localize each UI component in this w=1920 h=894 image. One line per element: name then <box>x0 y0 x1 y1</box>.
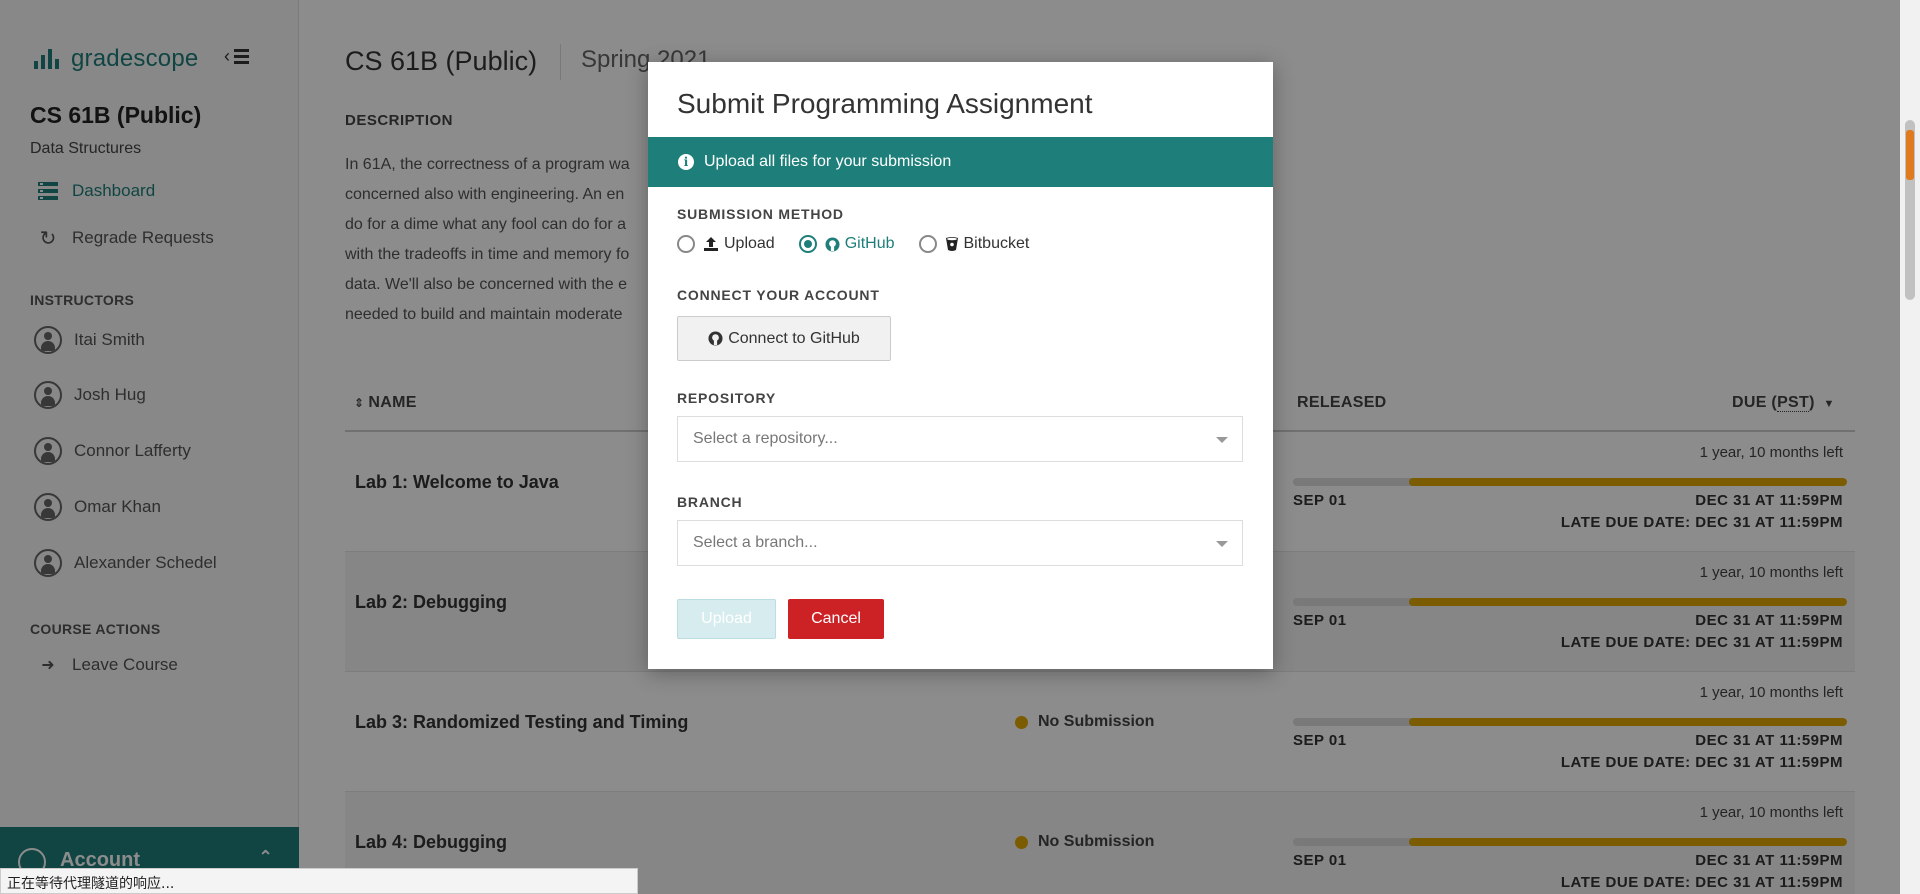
branch-select[interactable]: Select a branch... <box>677 520 1243 566</box>
submission-method-group: Upload GitHub Bitbucket <box>677 235 1053 253</box>
radio-circle[interactable] <box>798 235 817 253</box>
method-github-radio[interactable]: GitHub <box>798 235 895 253</box>
banner-text: Upload all files for your submission <box>704 153 952 170</box>
github-icon <box>825 236 840 252</box>
modal-title: Submit Programming Assignment <box>677 88 1093 119</box>
method-label: Bitbucket <box>963 235 1030 252</box>
method-label: GitHub <box>844 235 895 252</box>
method-bitbucket-radio[interactable]: Bitbucket <box>918 235 1030 253</box>
github-icon <box>708 331 723 346</box>
upload-button[interactable]: Upload <box>677 599 776 639</box>
connect-github-label: Connect to GitHub <box>728 329 860 347</box>
method-label: Upload <box>724 235 775 252</box>
page-scrollbar[interactable] <box>1900 0 1920 894</box>
branch-placeholder: Select a branch... <box>693 534 818 551</box>
browser-status-bar: 正在等待代理隧道的响应... <box>0 868 638 894</box>
branch-label: BRANCH <box>677 494 743 510</box>
info-icon: i <box>678 154 694 170</box>
scroll-marker <box>1906 130 1914 180</box>
repository-select[interactable]: Select a repository... <box>677 416 1243 462</box>
chevron-down-icon <box>1216 541 1228 547</box>
chevron-down-icon <box>1216 437 1228 443</box>
method-upload-radio[interactable]: Upload <box>677 235 775 253</box>
submission-method-label: SUBMISSION METHOD <box>677 206 844 222</box>
submit-assignment-modal: Submit Programming Assignment i Upload a… <box>648 62 1273 669</box>
cancel-button[interactable]: Cancel <box>788 599 884 639</box>
info-banner: i Upload all files for your submission <box>648 137 1273 187</box>
radio-circle[interactable] <box>677 235 695 253</box>
radio-circle[interactable] <box>918 235 937 253</box>
upload-icon <box>703 236 719 252</box>
bitbucket-icon <box>945 236 959 252</box>
repository-label: REPOSITORY <box>677 390 777 406</box>
connect-github-button[interactable]: Connect to GitHub <box>677 316 891 361</box>
connect-account-label: CONNECT YOUR ACCOUNT <box>677 287 880 303</box>
repository-placeholder: Select a repository... <box>693 430 838 447</box>
